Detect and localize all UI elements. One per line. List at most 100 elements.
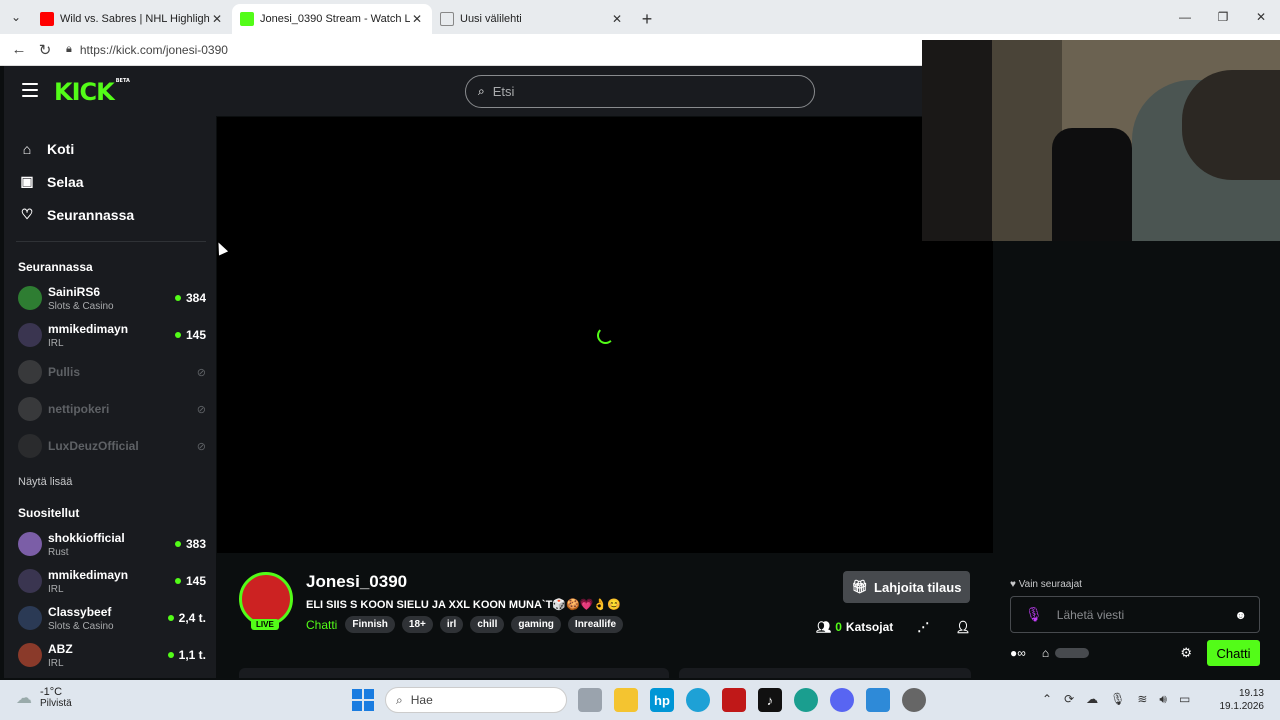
time: 19.13 xyxy=(1238,688,1264,699)
search-icon: ⌕ xyxy=(396,692,403,707)
nav-item-browse[interactable]: ▣ Selaa xyxy=(4,165,216,198)
video-player[interactable] xyxy=(217,117,993,553)
channel-item[interactable]: ABZ IRL 1,1 t. xyxy=(4,637,216,673)
viewer-number: 384 xyxy=(185,291,206,305)
stream-category-link[interactable]: Chatti xyxy=(306,618,337,632)
close-tab-icon[interactable]: ✕ xyxy=(210,12,224,26)
file-explorer-icon[interactable] xyxy=(614,688,638,712)
avatar xyxy=(18,606,42,630)
channel-item[interactable]: nettipokeri ⊘ xyxy=(4,391,216,427)
tab-title: Uusi välilehti xyxy=(460,13,522,25)
minimize-icon[interactable]: — xyxy=(1166,0,1204,34)
tab-new-tab-page[interactable]: Uusi välilehti ✕ xyxy=(432,4,632,34)
site-info-icon[interactable]: 🔒︎ xyxy=(66,43,72,56)
viewer-number: 2,4 t. xyxy=(178,611,206,625)
channel-item[interactable]: shokkiofficial Rust 383 xyxy=(4,526,216,562)
divider xyxy=(16,241,206,242)
tiktok-icon[interactable]: ♪ xyxy=(758,688,782,712)
discord-icon[interactable] xyxy=(830,688,854,712)
cloud-icon: ☁ xyxy=(16,689,32,707)
nav-label: Seurannassa xyxy=(47,206,135,223)
tag[interactable]: 18+ xyxy=(401,616,433,633)
windows-start-icon[interactable] xyxy=(352,689,374,711)
taskbar-search[interactable]: ⌕ Hae xyxy=(385,687,567,713)
channel-item[interactable]: mmikedimayn IRL 145 xyxy=(4,317,216,353)
tag[interactable]: Finnish xyxy=(345,616,395,633)
mcafee-icon[interactable] xyxy=(722,688,746,712)
channel-item[interactable]: SainiRS6 Slots & Casino 384 xyxy=(4,280,216,316)
url-field[interactable]: 🔒︎ https://kick.com/jonesi-0390 xyxy=(66,43,228,57)
gear-icon[interactable]: ⚙ xyxy=(1180,645,1192,661)
channel-name: Classybeef xyxy=(48,604,112,619)
channel-item[interactable]: Classybeef Slots & Casino 2,4 t. xyxy=(4,600,216,636)
nav-label: Koti xyxy=(47,140,75,157)
channel-avatar[interactable] xyxy=(239,572,293,626)
tab-list-chevron-icon[interactable]: ⌄ xyxy=(0,0,32,34)
live-dot-icon xyxy=(167,615,174,621)
microphone-icon[interactable]: 🎙︎ xyxy=(1110,692,1125,707)
tag[interactable]: irl xyxy=(439,616,464,633)
chat-send-button[interactable]: Chatti xyxy=(1207,640,1260,666)
channel-name[interactable]: Jonesi_0390 xyxy=(306,572,407,592)
stream-title: ELI SIIS S KOON SIELU JA XXL KOON MUNA`T… xyxy=(306,599,621,611)
weather-widget[interactable]: ☁ -1°C Pilvistä xyxy=(16,686,72,709)
reload-icon[interactable]: ↻ xyxy=(32,37,58,63)
show-more-link[interactable]: Näytä lisää xyxy=(4,472,216,492)
clock[interactable]: 19.13 19.1.2026 xyxy=(1220,687,1265,713)
sync-icon[interactable]: ⟳ xyxy=(1064,692,1074,707)
gift-subscription-button[interactable]: 🎁︎ Lahjoita tilaus xyxy=(843,571,970,603)
offline-icon: ⊘ xyxy=(196,440,206,453)
follow-user-icon[interactable]: 👤︎ xyxy=(955,620,970,634)
app-icon[interactable] xyxy=(866,688,890,712)
tab-youtube[interactable]: Wild vs. Sabres | NHL Highlights | N ✕ xyxy=(32,4,232,34)
close-window-icon[interactable]: ✕ xyxy=(1242,0,1280,34)
viewer-number: 145 xyxy=(185,328,206,342)
wifi-icon[interactable]: ≋ xyxy=(1137,692,1147,707)
avatar xyxy=(18,532,42,556)
chevron-up-icon[interactable]: ⌃ xyxy=(1042,692,1052,707)
avatar xyxy=(18,643,42,667)
back-icon[interactable]: ← xyxy=(6,37,32,63)
kicks-icon[interactable]: ●∞ xyxy=(1010,646,1026,660)
tag[interactable]: chill xyxy=(470,616,505,633)
microphone-icon[interactable]: 🎙︎ xyxy=(1025,606,1043,623)
close-tab-icon[interactable]: ✕ xyxy=(410,12,424,26)
new-tab-button[interactable]: + xyxy=(632,4,662,34)
nav-item-following[interactable]: ♡ Seurannassa xyxy=(4,198,216,231)
battery-icon[interactable]: ▭ xyxy=(1179,692,1190,707)
weather-description: Pilvistä xyxy=(40,698,72,709)
hp-icon[interactable]: hp xyxy=(650,688,674,712)
chat-toolbar: ●∞ ⌂ ⚙ Chatti xyxy=(1010,640,1260,666)
tab-kick[interactable]: Jonesi_0390 Stream - Watch Live o ✕ xyxy=(232,4,432,34)
taskbar-search-placeholder: Hae xyxy=(410,693,433,707)
edge-icon[interactable] xyxy=(794,688,818,712)
beta-badge: BETA xyxy=(115,78,130,84)
onedrive-icon[interactable]: ☁ xyxy=(1086,692,1098,707)
temperature: -1°C xyxy=(40,686,63,698)
home-icon: ⌂ xyxy=(22,140,32,157)
channel-item[interactable]: Pullis ⊘ xyxy=(4,354,216,390)
chrome-icon[interactable] xyxy=(902,688,926,712)
channel-category: IRL xyxy=(48,337,64,349)
volume-icon[interactable]: 🔊︎ xyxy=(1159,692,1167,707)
nav-item-home[interactable]: ⌂ Koti xyxy=(4,132,216,165)
menu-icon[interactable] xyxy=(22,83,38,97)
chat-input[interactable]: 🎙︎ Lähetä viesti ☻ xyxy=(1010,596,1260,633)
restore-icon[interactable]: ❐ xyxy=(1204,0,1242,34)
avatar xyxy=(18,360,42,384)
close-tab-icon[interactable]: ✕ xyxy=(610,12,624,26)
channel-category: Slots & Casino xyxy=(48,300,114,312)
tag[interactable]: Inreallife xyxy=(567,616,624,633)
channel-item[interactable]: LuxDeuzOfficial ⊘ xyxy=(4,428,216,464)
channel-item[interactable]: mmikedimayn IRL 145 xyxy=(4,563,216,599)
tab-title: Jonesi_0390 Stream - Watch Live o xyxy=(260,13,410,25)
emoji-icon[interactable]: ☻ xyxy=(1234,608,1247,622)
kick-logo[interactable]: KICK BETA xyxy=(54,78,130,106)
tag[interactable]: gaming xyxy=(511,616,561,633)
app-icon[interactable] xyxy=(686,688,710,712)
share-icon[interactable]: ⋰ xyxy=(917,620,929,634)
task-view-icon[interactable] xyxy=(578,688,602,712)
search-input[interactable]: ⌕ Etsi xyxy=(465,75,815,108)
store-icon[interactable]: ⌂ xyxy=(1042,646,1049,660)
loading-pill xyxy=(1055,648,1090,658)
